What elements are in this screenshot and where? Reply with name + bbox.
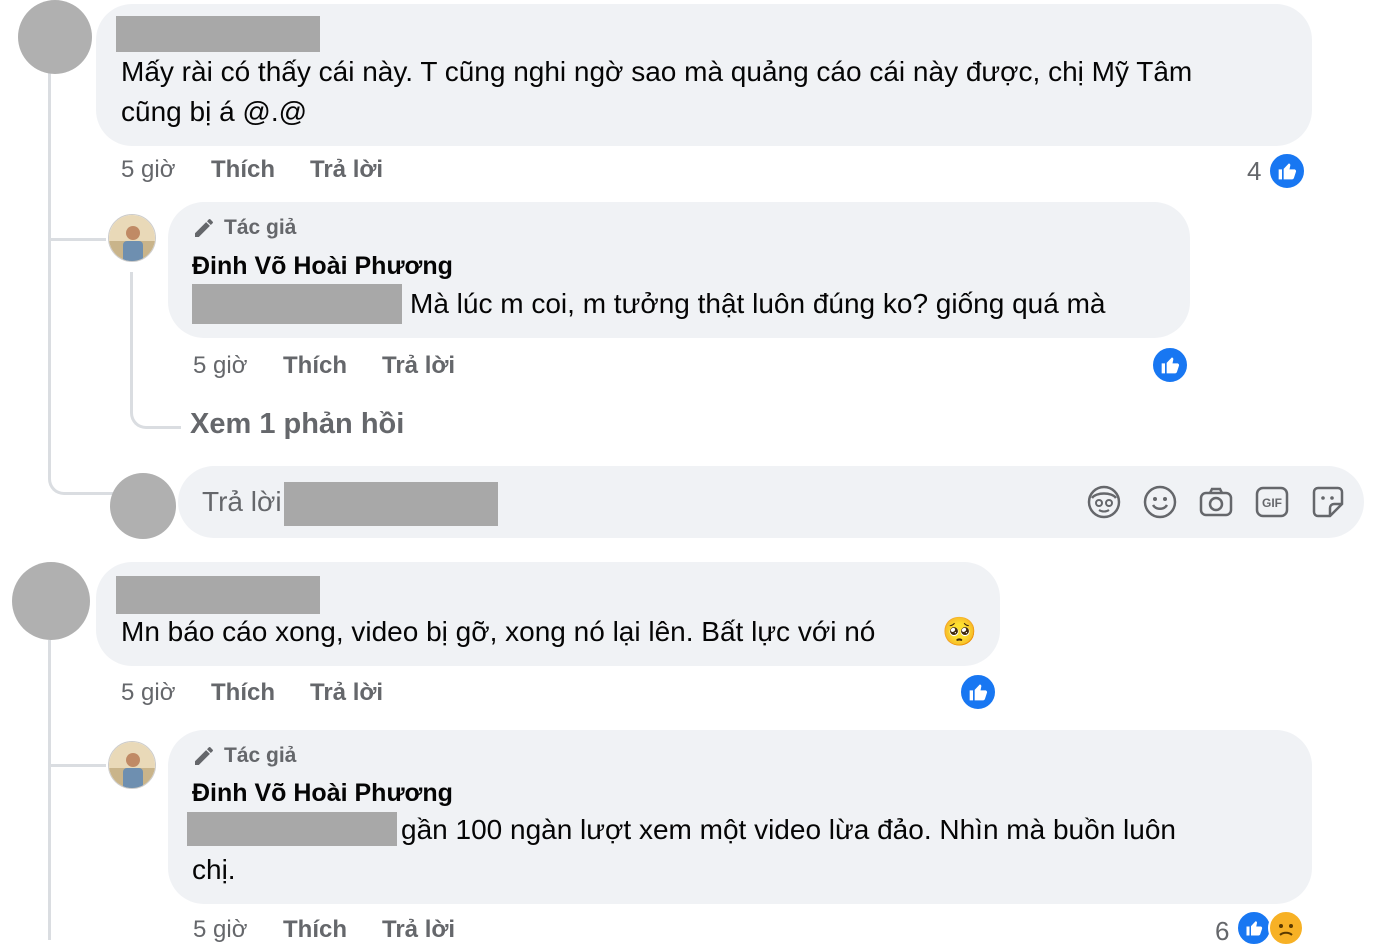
author-avatar[interactable] <box>108 741 156 789</box>
sticker-icon[interactable] <box>1310 484 1346 520</box>
comment-time[interactable]: 5 giờ <box>121 156 175 184</box>
thread-line-2 <box>48 640 51 940</box>
reaction-count[interactable]: 4 <box>1247 156 1261 187</box>
reply-text: chị. <box>192 854 236 885</box>
author-badge: Tác giả <box>192 744 296 768</box>
like-button[interactable]: Thích <box>283 352 347 380</box>
comment-text: Mấy rài có thấy cái này. T cũng nghi ngờ… <box>121 56 1193 87</box>
reply-input[interactable]: Trả lời <box>202 482 282 522</box>
camera-icon[interactable] <box>1198 484 1234 520</box>
author-avatar[interactable] <box>108 214 156 262</box>
gif-icon[interactable]: GIF <box>1254 484 1290 520</box>
author-name[interactable]: Đinh Võ Hoài Phương <box>192 252 453 281</box>
like-reaction-icon[interactable] <box>959 673 997 711</box>
reply-button[interactable]: Trả lời <box>310 156 383 184</box>
avatar[interactable] <box>12 562 90 640</box>
composer-avatar <box>110 473 176 539</box>
like-reaction-icon[interactable] <box>1236 910 1272 946</box>
like-button[interactable]: Thích <box>211 679 275 707</box>
svg-text:GIF: GIF <box>1262 496 1282 510</box>
thread-line-1 <box>48 72 113 495</box>
redacted-name <box>116 576 320 614</box>
pencil-icon <box>195 219 213 237</box>
reply-button[interactable]: Trả lời <box>382 352 455 380</box>
redacted-mention <box>187 812 397 846</box>
comment-time[interactable]: 5 giờ <box>121 679 175 707</box>
pencil-icon <box>195 747 213 765</box>
thread-branch-2a <box>48 728 106 767</box>
reply-text: gần 100 ngàn lượt xem một video lừa đảo.… <box>401 814 1176 845</box>
pleading-face-icon: 🥺 <box>942 616 977 647</box>
reaction-count[interactable]: 6 <box>1215 916 1229 947</box>
thread-branch-1a <box>48 200 106 241</box>
redacted-mention <box>284 482 498 526</box>
author-name[interactable]: Đinh Võ Hoài Phương <box>192 779 453 808</box>
avatar-sticker-icon[interactable] <box>1086 484 1122 520</box>
redacted-name <box>116 16 320 52</box>
like-button[interactable]: Thích <box>211 156 275 184</box>
author-tag-label: Tác giả <box>224 216 297 239</box>
author-badge: Tác giả <box>192 216 296 240</box>
avatar[interactable] <box>18 0 92 74</box>
author-tag-label: Tác giả <box>224 744 297 767</box>
view-replies-link[interactable]: Xem 1 phản hồi <box>190 408 404 441</box>
like-reaction-icon[interactable] <box>1268 152 1306 190</box>
redacted-mention <box>192 284 402 324</box>
emoji-icon[interactable] <box>1142 484 1178 520</box>
reply-button[interactable]: Trả lời <box>310 679 383 707</box>
reply-text: Mà lúc m coi, m tưởng thật luôn đúng ko?… <box>410 288 1106 319</box>
sad-reaction-icon[interactable] <box>1268 910 1304 946</box>
like-reaction-icon[interactable] <box>1151 346 1189 384</box>
reply-time[interactable]: 5 giờ <box>193 352 247 380</box>
comment-text: Mn báo cáo xong, video bị gỡ, xong nó lạ… <box>121 616 876 647</box>
comment-text: cũng bị á @.@ <box>121 96 308 127</box>
